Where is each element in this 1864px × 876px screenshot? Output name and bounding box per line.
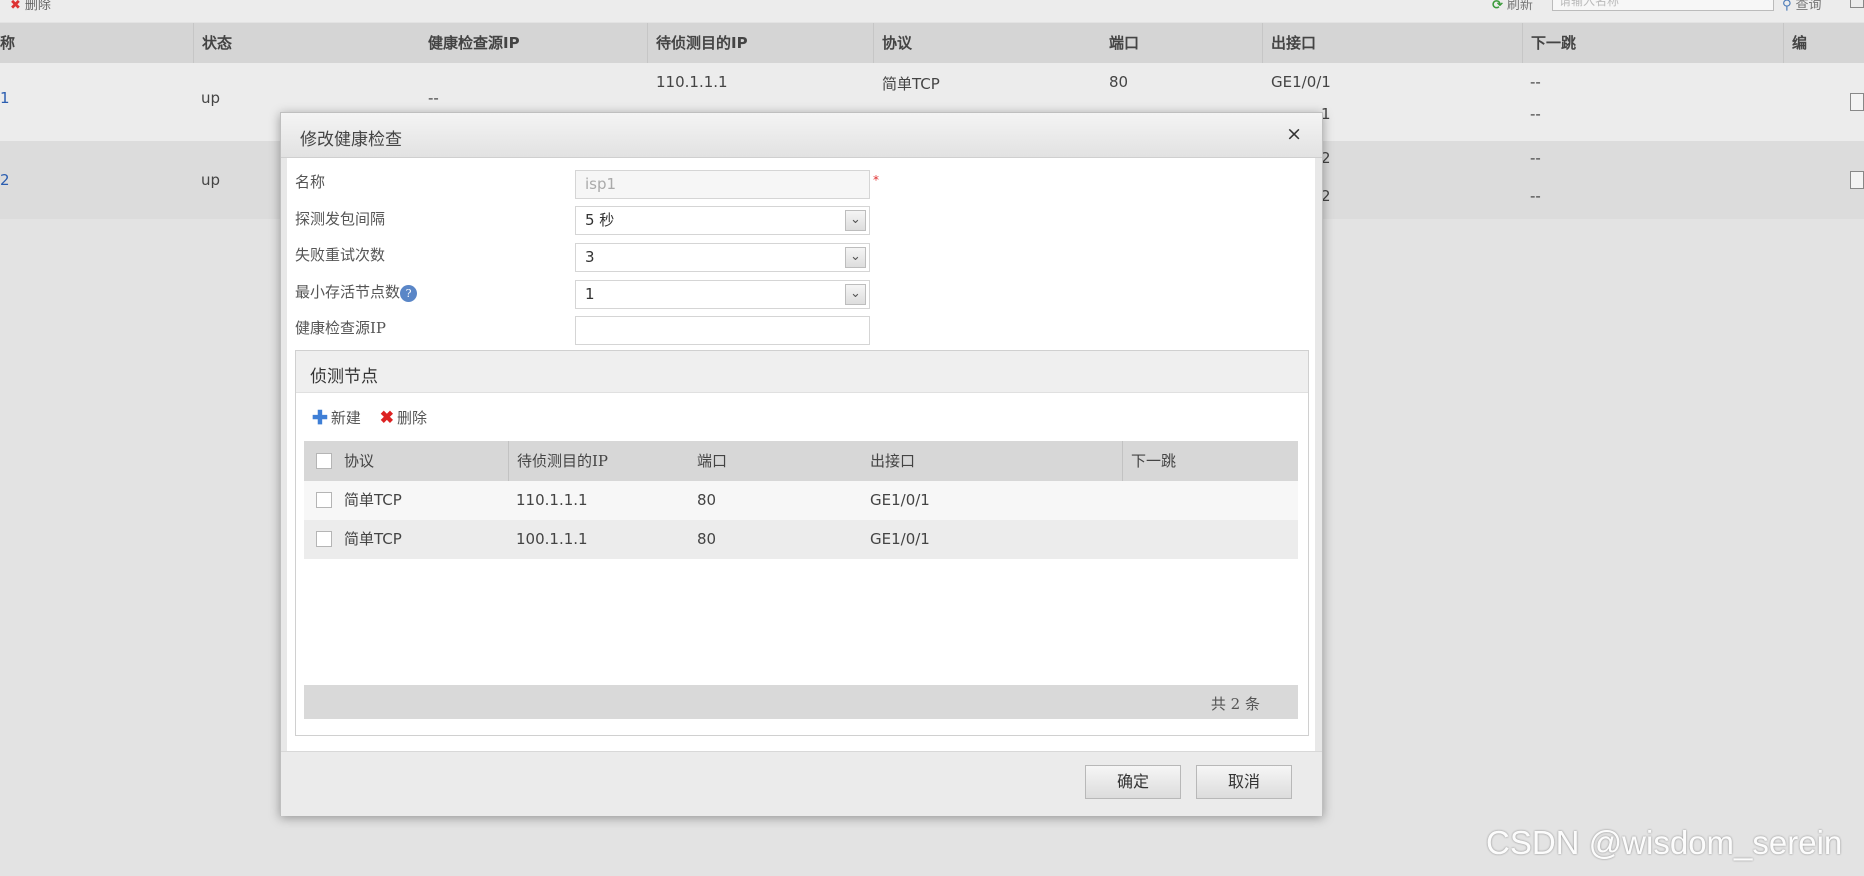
min-alive-value: 1 (585, 285, 595, 303)
row-protocol: 简单TCP (882, 75, 940, 93)
nodes-grid: 协议 待侦测目的IP 端口 出接口 下一跳 简单TCP 110.1.1.1 80… (304, 441, 1298, 719)
col-status-header[interactable]: 状态 (193, 23, 232, 63)
top-toolbar: ✖ 删除 ⟳ 刷新 请输入名称 ⚲ 查询 (0, 0, 1864, 22)
chevron-down-icon[interactable]: ⌄ (845, 284, 866, 305)
delete-icon: ✖ (379, 408, 394, 428)
interval-label: 探测发包间隔 (295, 210, 386, 228)
retries-value: 3 (585, 248, 595, 266)
row-source-ip: -- (428, 89, 439, 107)
dialog-titlebar[interactable]: 修改健康检查 × (281, 113, 1322, 158)
panel-header: 侦测节点 (296, 351, 1308, 393)
col-name-header[interactable]: 称 (0, 23, 15, 63)
interval-value: 5 秒 (585, 211, 615, 229)
grid-footer: 共 2 条 (304, 685, 1298, 719)
port-cell: 80 (697, 530, 717, 548)
ok-button[interactable]: 确定 (1085, 765, 1181, 799)
watermark: CSDN @wisdom_serein (1486, 824, 1843, 861)
col-port-header[interactable]: 端口 (1101, 23, 1139, 63)
table-row[interactable]: 简单TCP 110.1.1.1 80 GE1/0/1 (304, 481, 1298, 520)
row-nexthop: -- (1530, 149, 1541, 167)
delete-icon: ✖ (10, 0, 21, 13)
row-port: 80 (1109, 73, 1129, 91)
egress-cell: GE1/0/1 (870, 491, 930, 509)
name-label: 名称 (295, 173, 326, 191)
required-mark: * (873, 173, 879, 187)
col-nexthop-header[interactable]: 下一跳 (1122, 441, 1176, 481)
retries-select[interactable]: 3 ⌄ (575, 243, 870, 272)
dialog-title: 修改健康检查 (300, 130, 402, 150)
protocol-link[interactable]: 简单TCP (344, 520, 402, 559)
row-name-link[interactable]: 2 (0, 171, 10, 189)
interval-select[interactable]: 5 秒 ⌄ (575, 206, 870, 235)
dest-ip-cell: 100.1.1.1 (516, 530, 588, 548)
col-egress-header[interactable]: 出接口 (1262, 23, 1316, 63)
search-input[interactable]: 请输入名称 (1552, 0, 1774, 11)
delete-button[interactable]: ✖ 删除 (10, 0, 51, 13)
total-count: 共 2 条 (1210, 695, 1260, 713)
cancel-button[interactable]: 取消 (1196, 765, 1292, 799)
edit-health-check-dialog: 修改健康检查 × 名称 isp1 * 探测发包间隔 5 秒 ⌄ 失败重试次数 3… (280, 112, 1323, 816)
row-status: up (201, 171, 221, 189)
row-nexthop: -- (1530, 105, 1541, 123)
close-icon[interactable]: × (1286, 123, 1302, 145)
row-checkbox[interactable] (316, 492, 332, 508)
detection-nodes-panel: 侦测节点 ✚ 新建 ✖ 删除 协议 待侦测目的IP 端口 出接口 下一跳 简单TCP (295, 350, 1309, 736)
col-egress-header[interactable]: 出接口 (870, 441, 915, 481)
dialog-footer: 确定 取消 (281, 751, 1322, 816)
grid-header: 协议 待侦测目的IP 端口 出接口 下一跳 (304, 441, 1298, 481)
row-nexthop: -- (1530, 187, 1541, 205)
select-all-checkbox[interactable] (316, 453, 332, 469)
col-protocol-header[interactable]: 协议 (344, 441, 374, 481)
chevron-down-icon[interactable]: ⌄ (845, 210, 866, 231)
retries-label: 失败重试次数 (295, 246, 386, 264)
col-dest-ip-header[interactable]: 待侦测目的IP (508, 441, 608, 481)
min-alive-select[interactable]: 1 ⌄ (575, 280, 870, 309)
table-header: 称 状态 健康检查源IP 待侦测目的IP 协议 端口 出接口 下一跳 编 (0, 23, 1864, 63)
dest-ip-cell: 110.1.1.1 (516, 491, 588, 509)
row-egress: GE1/0/1 (1271, 73, 1331, 91)
col-dest-ip-header[interactable]: 待侦测目的IP (647, 23, 748, 63)
col-edit-header[interactable]: 编 (1783, 23, 1807, 63)
chevron-down-icon[interactable]: ⌄ (845, 247, 866, 268)
port-cell: 80 (697, 491, 717, 509)
source-ip-field[interactable] (575, 316, 870, 345)
row-checkbox[interactable] (316, 531, 332, 547)
table-row[interactable]: 简单TCP 100.1.1.1 80 GE1/0/1 (304, 520, 1298, 559)
refresh-icon: ⟳ (1492, 0, 1503, 13)
panel-title: 侦测节点 (310, 367, 378, 387)
row-name-link[interactable]: 1 (0, 89, 10, 107)
col-source-ip-header[interactable]: 健康检查源IP (420, 23, 520, 63)
search-icon: ⚲ (1782, 0, 1792, 13)
source-ip-label: 健康检查源IP (295, 319, 387, 337)
edit-icon[interactable] (1850, 171, 1864, 189)
row-nexthop: -- (1530, 73, 1541, 91)
name-field: isp1 (575, 170, 870, 199)
col-port-header[interactable]: 端口 (697, 441, 727, 481)
min-alive-label: 最小存活节点数? (295, 281, 418, 302)
panel-toolbar: ✚ 新建 ✖ 删除 (312, 407, 441, 429)
query-button[interactable]: ⚲ 查询 (1782, 0, 1822, 13)
export-icon[interactable] (1850, 0, 1864, 8)
col-nexthop-header[interactable]: 下一跳 (1522, 23, 1576, 63)
new-node-button[interactable]: ✚ 新建 (312, 407, 361, 429)
edit-icon[interactable] (1850, 93, 1864, 111)
col-protocol-header[interactable]: 协议 (873, 23, 912, 63)
egress-cell: GE1/0/1 (870, 530, 930, 548)
help-icon[interactable]: ? (400, 284, 418, 302)
refresh-button[interactable]: ⟳ 刷新 (1492, 0, 1533, 13)
plus-icon: ✚ (312, 407, 328, 429)
protocol-link[interactable]: 简单TCP (344, 481, 402, 520)
delete-node-button[interactable]: ✖ 删除 (380, 407, 427, 428)
row-status: up (201, 89, 221, 107)
dialog-body: 名称 isp1 * 探测发包间隔 5 秒 ⌄ 失败重试次数 3 ⌄ 最小存活节点… (287, 158, 1315, 751)
row-dest-ip: 110.1.1.1 (656, 73, 728, 91)
